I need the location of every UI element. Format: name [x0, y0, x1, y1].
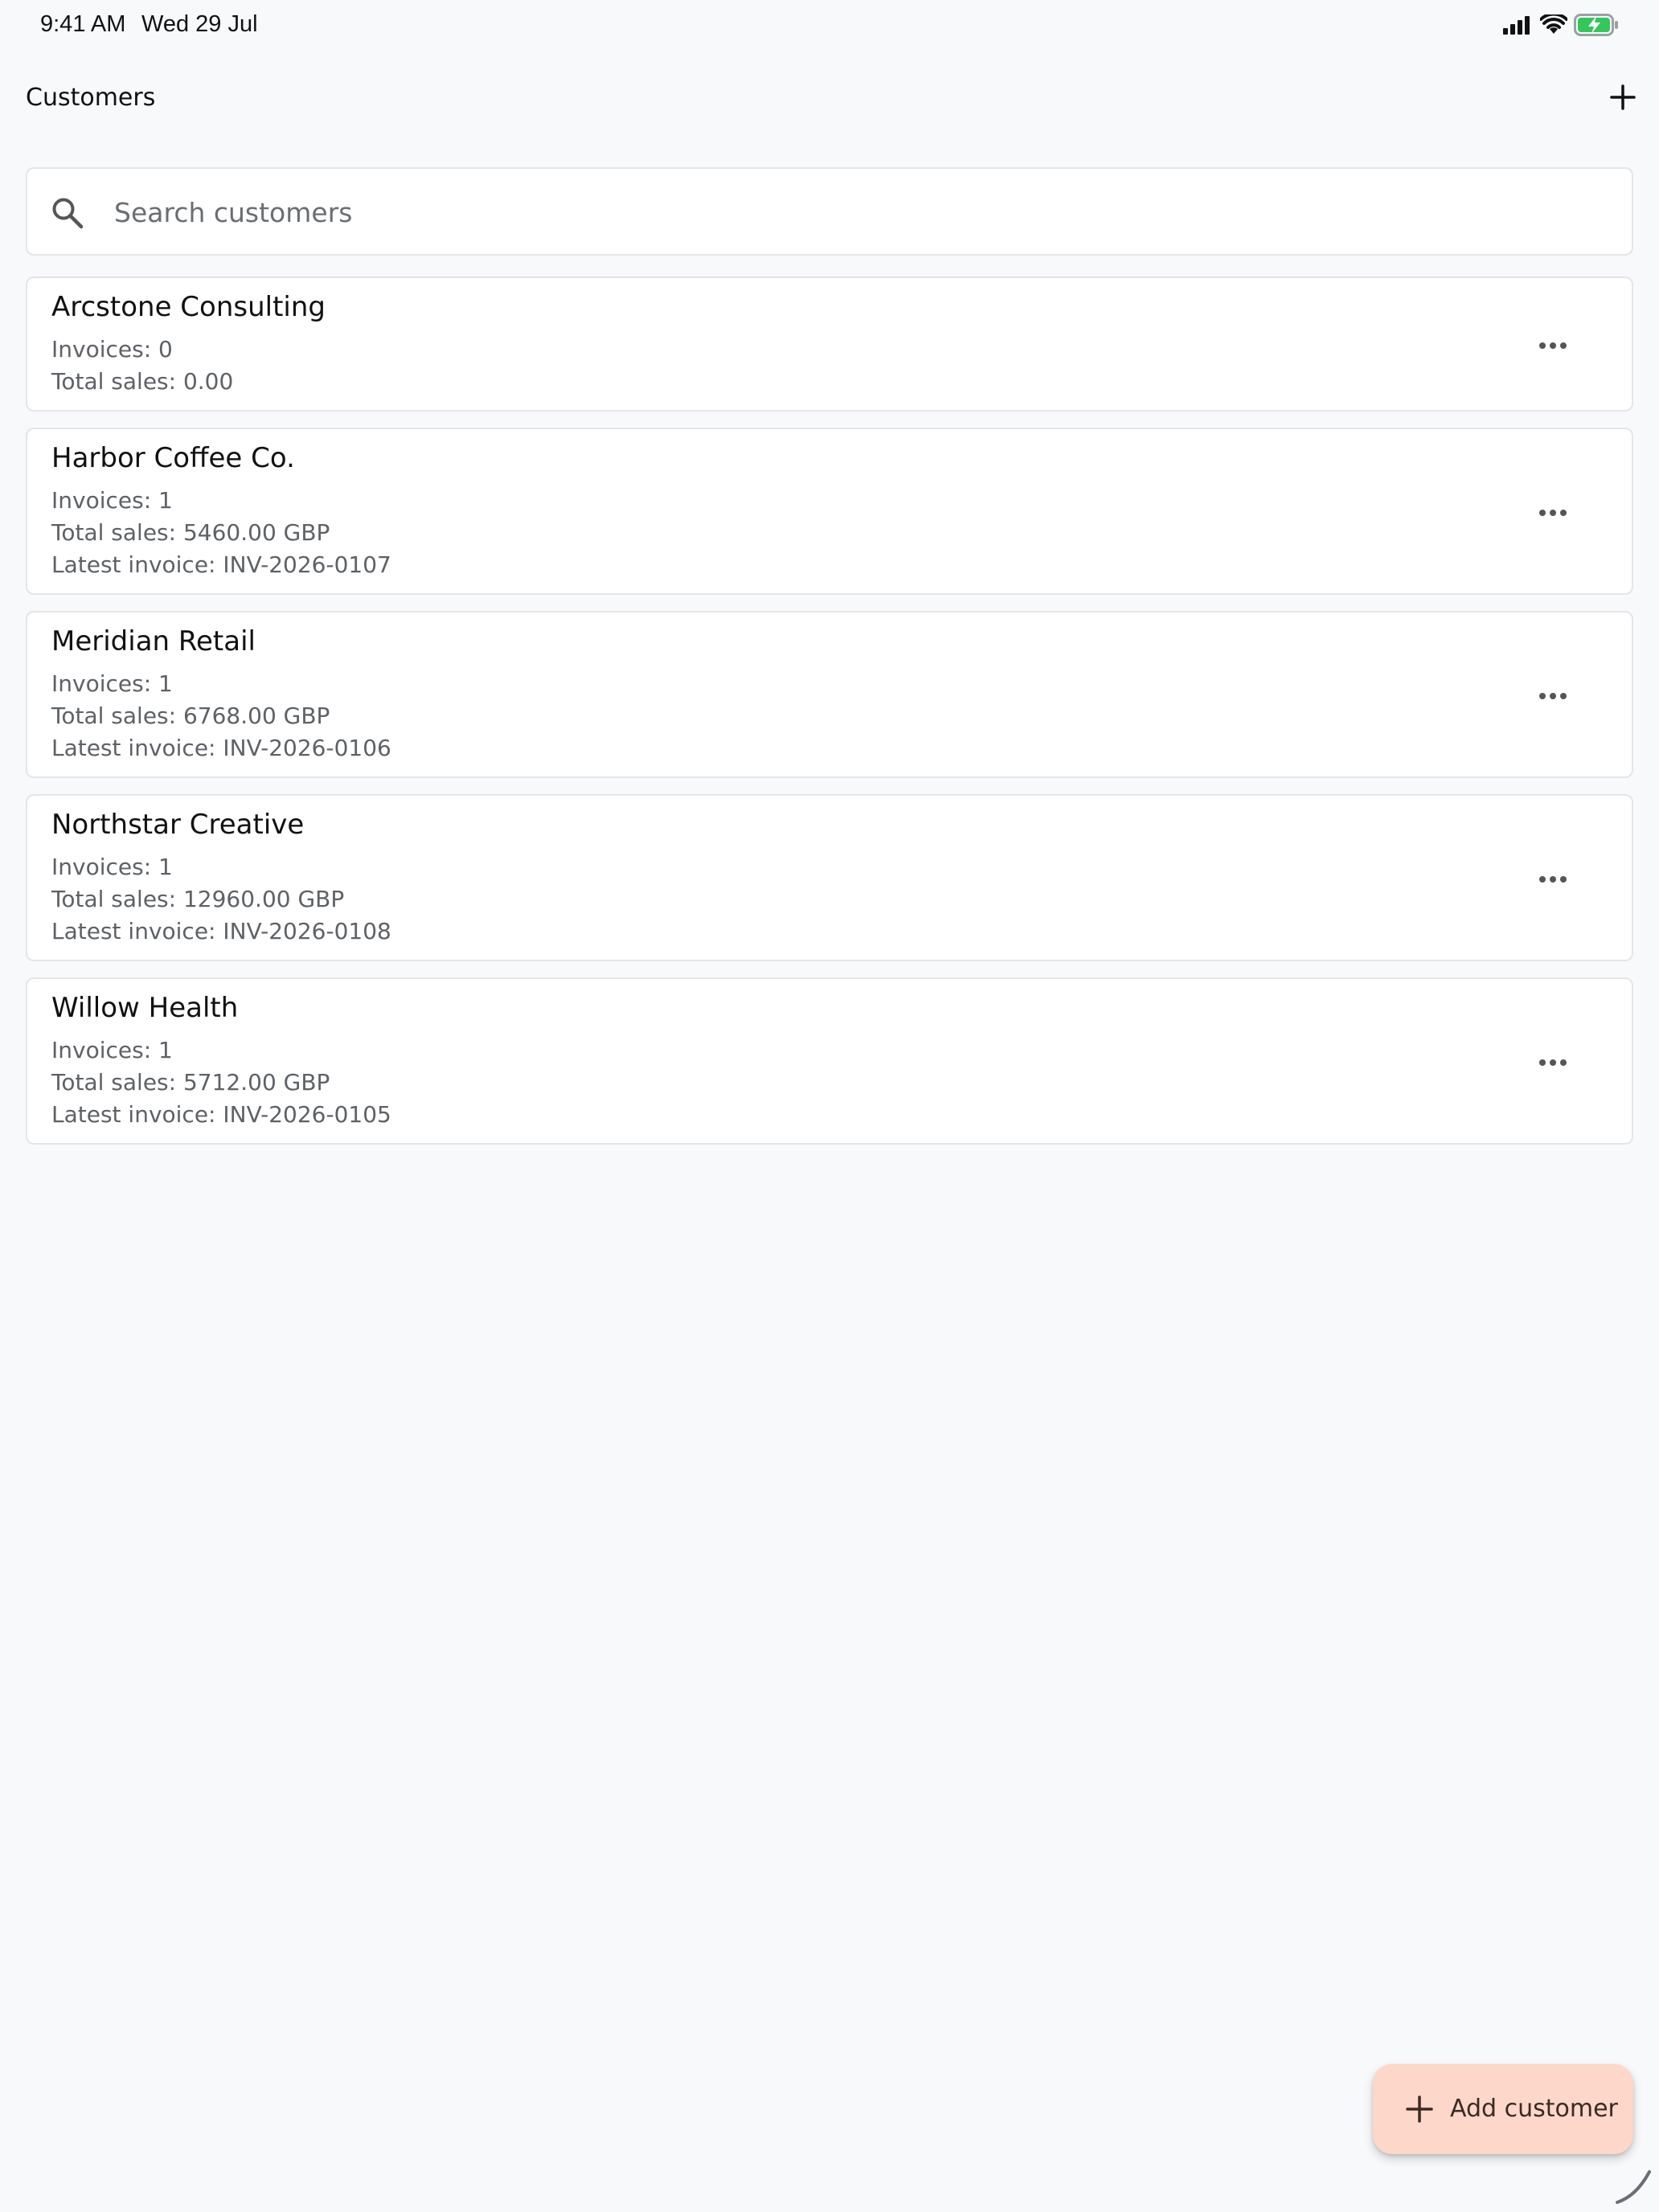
- customer-card[interactable]: Arcstone Consulting Invoices: 0 Total sa…: [26, 276, 1633, 412]
- corner-indicator-icon: [1616, 2170, 1651, 2204]
- page-title: Customers: [26, 84, 156, 112]
- customer-total-sales: Total sales: 12960.00 GBP: [51, 886, 345, 912]
- customer-card[interactable]: Northstar Creative Invoices: 1 Total sal…: [26, 794, 1633, 961]
- status-date: Wed 29 Jul: [141, 11, 258, 37]
- customer-invoices: Invoices: 1: [51, 1037, 173, 1063]
- search-input[interactable]: [113, 185, 1611, 240]
- more-options-button[interactable]: [1530, 857, 1575, 902]
- battery-charging-icon: [1574, 14, 1618, 36]
- customer-name: Arcstone Consulting: [51, 291, 326, 323]
- search-bar[interactable]: [26, 167, 1633, 256]
- customer-invoices: Invoices: 0: [51, 336, 173, 363]
- add-customer-label: Add customer: [1450, 2095, 1618, 2123]
- search-icon: [52, 198, 84, 229]
- wifi-icon: [1540, 14, 1567, 34]
- status-bar: 9:41 AM Wed 29 Jul: [0, 0, 1659, 51]
- status-time: 9:41 AM: [40, 11, 126, 37]
- customer-latest-invoice: Latest invoice: INV-2026-0106: [51, 735, 391, 761]
- customer-invoices: Invoices: 1: [51, 854, 173, 880]
- customer-latest-invoice: Latest invoice: INV-2026-0107: [51, 551, 391, 578]
- customer-total-sales: Total sales: 5460.00 GBP: [51, 519, 330, 546]
- more-horizontal-icon: [1539, 876, 1567, 883]
- status-icons: [1503, 13, 1619, 37]
- more-options-button[interactable]: [1530, 674, 1575, 719]
- customer-card[interactable]: Willow Health Invoices: 1 Total sales: 5…: [26, 977, 1633, 1145]
- customer-invoices: Invoices: 1: [51, 487, 173, 514]
- more-options-button[interactable]: [1530, 490, 1575, 535]
- plus-icon: [1406, 2095, 1433, 2123]
- more-horizontal-icon: [1539, 342, 1567, 349]
- customer-latest-invoice: Latest invoice: INV-2026-0105: [51, 1101, 391, 1128]
- navigation-bar: Customers: [0, 69, 1659, 125]
- more-options-button[interactable]: [1530, 323, 1575, 368]
- customer-total-sales: Total sales: 5712.00 GBP: [51, 1069, 330, 1096]
- more-horizontal-icon: [1539, 510, 1567, 516]
- plus-icon: [1610, 84, 1636, 110]
- customer-name: Meridian Retail: [51, 625, 256, 657]
- cellular-signal-icon: [1503, 16, 1530, 35]
- customer-total-sales: Total sales: 6768.00 GBP: [51, 703, 330, 729]
- customer-latest-invoice: Latest invoice: INV-2026-0108: [51, 918, 391, 944]
- add-customer-button[interactable]: Add customer: [1373, 2064, 1633, 2154]
- customer-name: Willow Health: [51, 992, 239, 1024]
- add-customer-header-button[interactable]: [1603, 77, 1643, 117]
- more-horizontal-icon: [1539, 1059, 1567, 1066]
- customer-name: Northstar Creative: [51, 809, 305, 841]
- customer-invoices: Invoices: 1: [51, 670, 173, 697]
- more-options-button[interactable]: [1530, 1040, 1575, 1085]
- more-horizontal-icon: [1539, 693, 1567, 699]
- customer-card[interactable]: Harbor Coffee Co. Invoices: 1 Total sale…: [26, 428, 1633, 595]
- customer-name: Harbor Coffee Co.: [51, 442, 295, 474]
- customer-card[interactable]: Meridian Retail Invoices: 1 Total sales:…: [26, 611, 1633, 778]
- customer-total-sales: Total sales: 0.00: [51, 368, 234, 395]
